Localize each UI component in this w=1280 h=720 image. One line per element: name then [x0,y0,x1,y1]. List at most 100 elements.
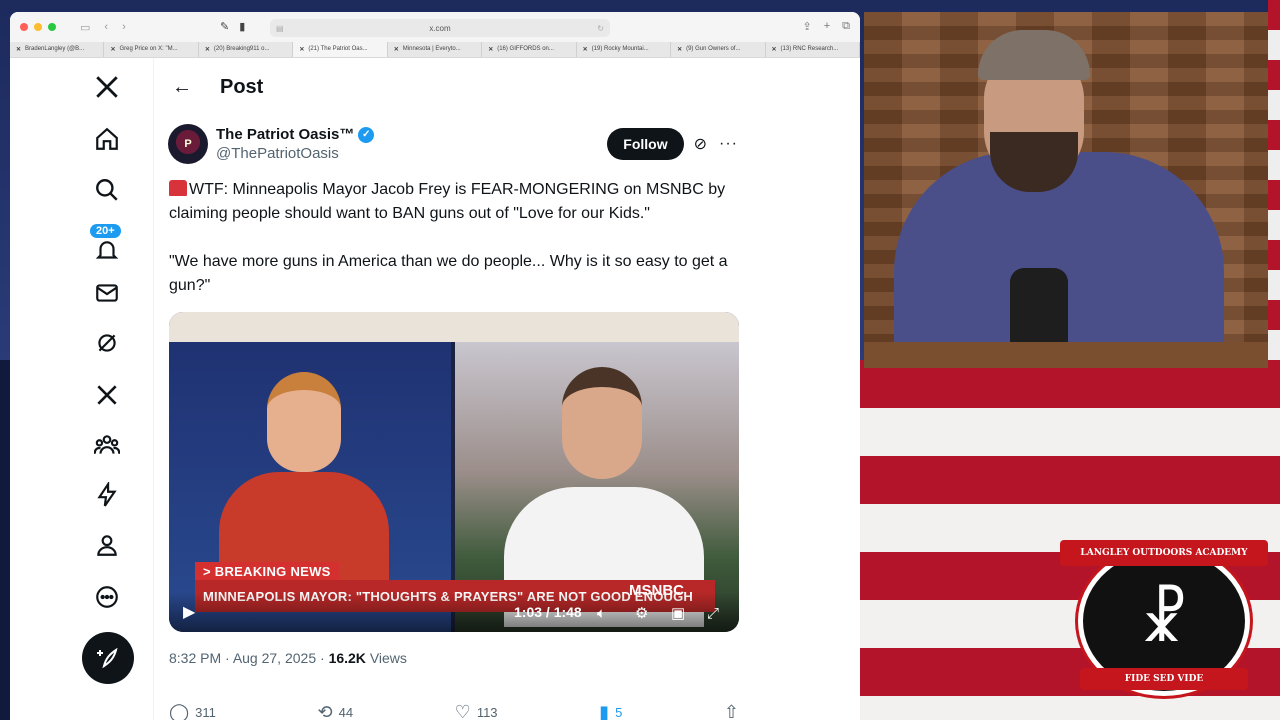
views-count: 16.2K [328,650,366,666]
browser-titlebar: ▭ ‹ › ✎ ▮ ▤ x.com ↻ ⇪ + ⧉ [10,12,860,42]
captions-icon[interactable]: ▣ [671,604,685,622]
premium-x-icon[interactable] [90,378,124,412]
pen-extension-icon[interactable]: ✎ [220,20,229,33]
left-navigation: 20+ [10,58,153,720]
post-column: ← Post P The Patriot Oasis™ ✓ @ThePatrio… [154,58,754,720]
browser-tab[interactable]: ✕ Minnesota | Everyto... [388,42,483,57]
browser-tab[interactable]: ✕ Greg Price on X: "M... [104,42,199,57]
verified-orgs-icon[interactable] [90,478,124,512]
page-info-icon[interactable]: ▤ [276,24,284,33]
browser-tab[interactable]: ✕ (19) Rocky Mountai... [577,42,672,57]
fullscreen-icon[interactable]: ⤢ [707,605,719,622]
post-more-icon[interactable]: ··· [719,135,738,153]
window-controls [20,23,56,31]
browser-tab-label: Minnesota | Everyto... [402,46,461,52]
follow-button[interactable]: Follow [607,128,684,160]
author-handle[interactable]: @ThePatriotOasis [216,145,374,162]
share-post-button[interactable]: ⇧ [724,702,739,720]
heart-icon: ♡ [454,702,471,720]
tab-favicon-icon: ✕ [110,47,116,53]
bookmark-icon: ▮ [599,702,610,720]
browser-nav-controls: ▭ ‹ › [80,21,126,34]
browser-tab[interactable]: ✕ (13) RNC Research... [766,42,860,57]
bookmark-extension-icon[interactable]: ▮ [239,20,245,33]
minimize-window-button[interactable] [34,23,42,31]
post-time[interactable]: 8:32 PM [169,650,221,666]
grok-explain-icon[interactable]: ⊘ [694,134,707,154]
repost-count: 44 [338,705,354,720]
zoom-window-button[interactable] [48,23,56,31]
browser-tab[interactable]: ✕ BradenLangley (@B... [10,42,105,57]
author-names: The Patriot Oasis™ ✓ @ThePatriotOasis [216,126,375,162]
back-arrow-icon[interactable]: ← [172,76,194,99]
post-actions: ◯ 311 ⟲ 44 ♡ 113 ▮ 5 ⇧ [169,702,739,720]
x-logo-icon[interactable] [90,70,124,104]
post-text-paragraph-2: "We have more guns in America than we do… [169,253,728,294]
forward-nav-icon[interactable]: › [122,21,126,34]
communities-icon[interactable] [90,428,124,462]
meta-separator-2: · [320,650,329,666]
address-bar[interactable]: ▤ x.com ↻ [270,19,610,37]
reload-icon[interactable]: ↻ [597,24,604,33]
flag-edge-stripes [1268,0,1280,360]
like-count: 113 [476,705,498,720]
more-icon[interactable] [90,580,124,614]
close-window-button[interactable] [20,23,28,31]
tab-bar: ✕ BradenLangley (@B... ✕ Greg Price on X: "… [10,42,860,58]
search-icon[interactable] [90,173,124,207]
tab-overview-icon[interactable]: ⧉ [842,20,850,33]
extension-icons: ✎ ▮ [220,20,245,33]
author-name[interactable]: The Patriot Oasis™ [216,126,354,143]
repost-icon: ⟲ [317,702,333,720]
messages-icon[interactable] [90,276,124,310]
back-nav-icon[interactable]: ‹ [104,21,108,34]
x-app: 20+ ← Post P The Patriot Oasis™ ✓ @ThePa… [10,58,860,720]
video-time: 1:03 / 1:48 [514,604,582,620]
sidebar-icon[interactable]: ▭ [80,21,90,34]
browser-tab[interactable]: ✕ (9) Gun Owners of... [671,42,766,57]
bookmark-count: 5 [615,705,623,720]
reply-button[interactable]: ◯ 311 [169,702,216,720]
siren-emoji-icon [169,180,187,196]
reply-count: 311 [195,705,216,720]
settings-gear-icon[interactable]: ⚙ [635,604,648,622]
browser-tab[interactable]: ✕ (20) Breaking911 o... [199,42,294,57]
profile-icon[interactable] [90,528,124,562]
tab-favicon-icon: ✕ [677,47,683,53]
meta-separator-1: · [225,650,233,666]
tab-favicon-icon: ✕ [488,47,494,53]
notifications-icon[interactable] [90,234,124,268]
browser-tab-label: (13) RNC Research... [780,46,839,52]
browser-tab-label: (9) Gun Owners of... [686,46,741,52]
browser-tab-label: (20) Breaking911 o... [213,46,270,52]
bookmark-button[interactable]: ▮ 5 [599,702,622,720]
repost-button[interactable]: ⟲ 44 [318,702,354,720]
address-text: x.com [429,23,451,33]
video-player[interactable]: > BREAKING NEWS MINNEAPOLIS MAYOR: "THOU… [169,312,739,632]
browser-tab-label: BradenLangley (@B... [25,46,85,52]
post-author: P The Patriot Oasis™ ✓ @ThePatriotOasis … [168,124,738,164]
tab-favicon-icon: ✕ [204,47,210,53]
play-icon[interactable]: ▶ [183,602,195,622]
volume-icon[interactable]: 🔈︎ [597,605,606,622]
reply-icon: ◯ [169,702,190,720]
browser-tab-label: Greg Price on X: "M... [119,46,178,52]
like-button[interactable]: ♡ 113 [455,702,498,720]
avatar[interactable]: P [168,124,208,164]
tab-favicon-icon: ✕ [393,47,399,53]
grok-icon[interactable] [90,326,124,360]
share-icon[interactable]: ⇪ [802,20,811,33]
browser-tab[interactable]: ✕ (16) GIFFORDS on... [482,42,577,57]
academy-logo: ☧ LANGLEY OUTDOORS ACADEMY FIDE SED VIDE [1060,536,1268,700]
video-top-band [169,312,739,342]
new-tab-icon[interactable]: + [824,20,830,33]
browser-tab[interactable]: ✕ (21) The Patriot Oas... [293,42,388,57]
home-icon[interactable] [90,122,124,156]
post-date[interactable]: Aug 27, 2025 [233,650,316,666]
logo-bottom-banner: FIDE SED VIDE [1080,668,1248,690]
chi-rho-icon: ☧ [1139,583,1189,656]
browser-tab-label: (21) The Patriot Oas... [308,46,368,52]
tab-favicon-icon: ✕ [299,47,305,53]
compose-post-button[interactable] [82,632,134,684]
tab-favicon-icon: ✕ [16,47,22,53]
